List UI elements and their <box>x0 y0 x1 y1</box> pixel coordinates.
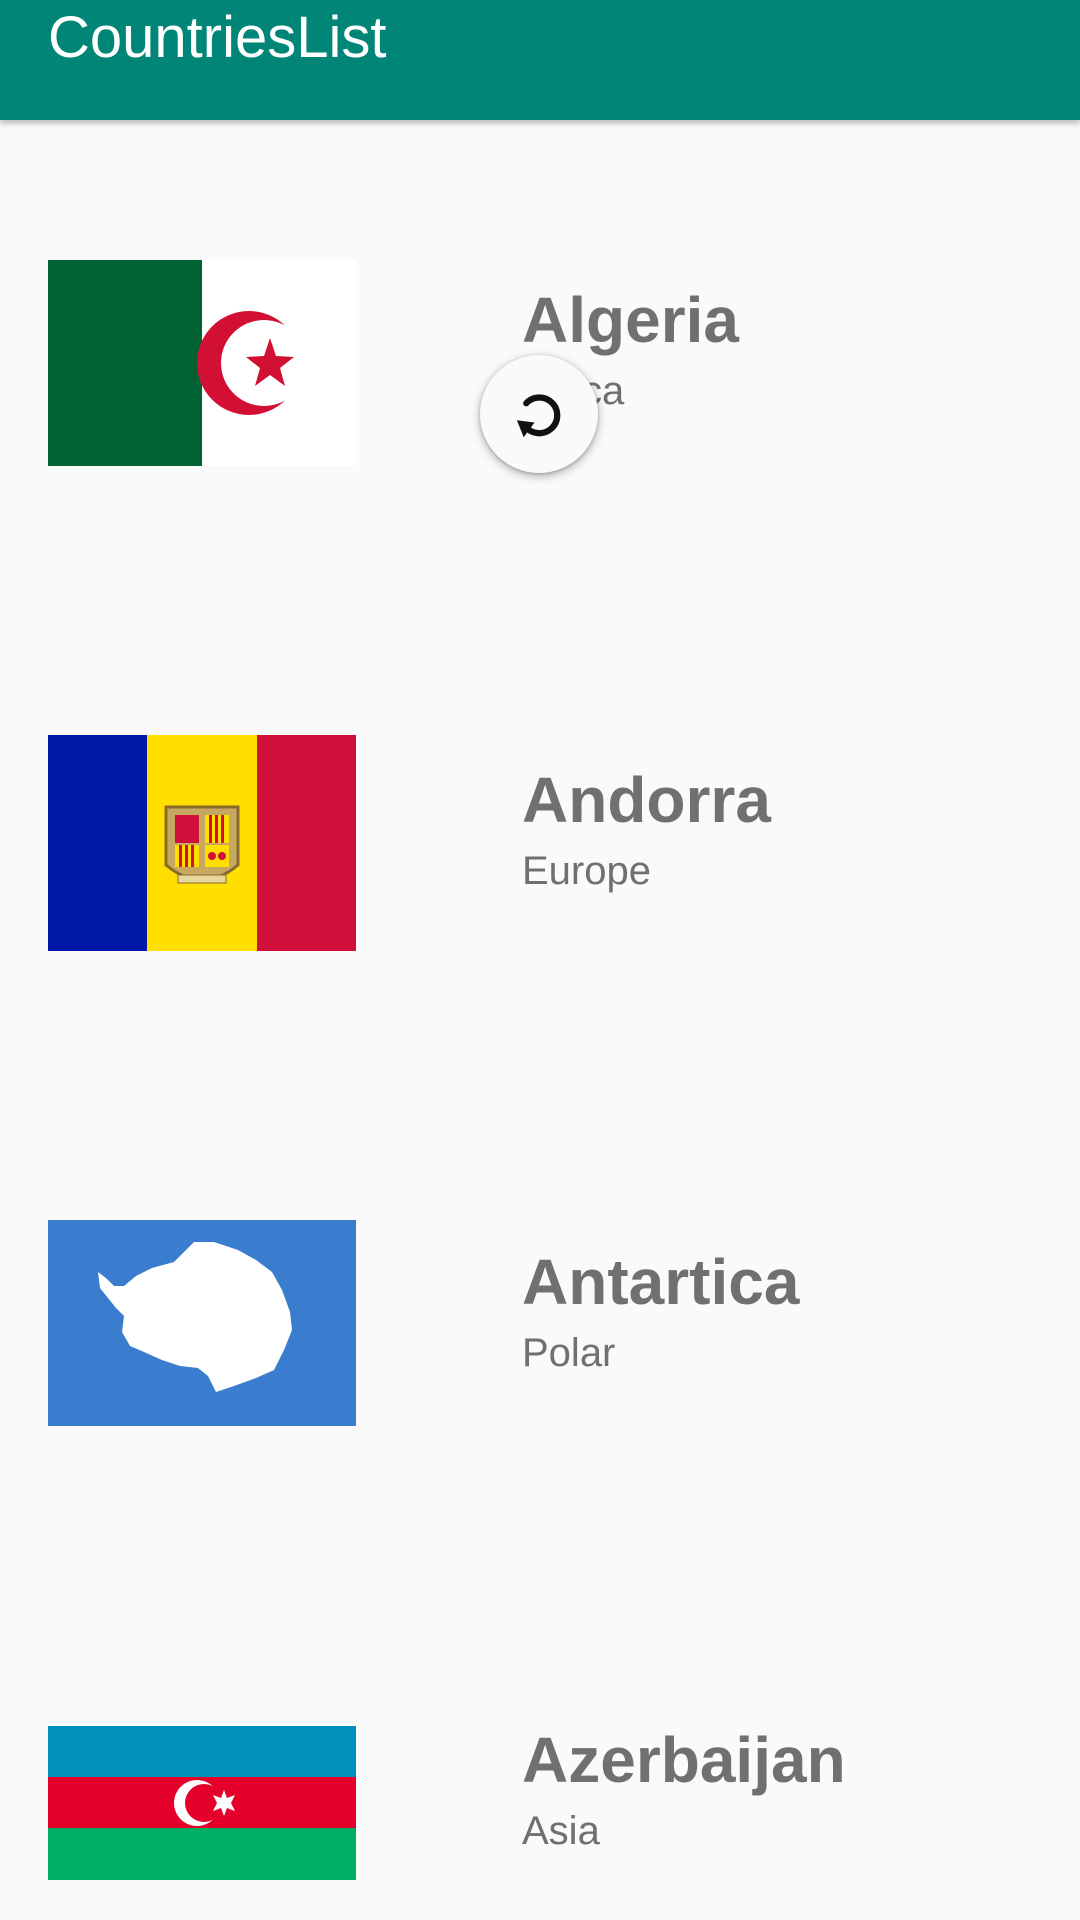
country-name: Andorra <box>522 764 771 836</box>
refresh-icon <box>516 394 561 438</box>
andorra-flag-icon <box>48 735 356 951</box>
list-item-antartica[interactable]: Antartica Polar <box>0 1080 1080 1560</box>
country-name: Antartica <box>522 1246 800 1318</box>
country-region: Europe <box>522 849 651 893</box>
antarctica-flag-icon <box>48 1220 356 1426</box>
country-name: Azerbaijan <box>522 1724 846 1796</box>
list-item-andorra[interactable]: Andorra Europe <box>0 600 1080 1080</box>
app-bar: CountriesList <box>0 0 1080 120</box>
app-title: CountriesList <box>48 5 387 70</box>
list-item-azerbaijan[interactable]: Azerbaijan Asia <box>0 1560 1080 1920</box>
refresh-indicator <box>480 355 598 473</box>
country-name: Algeria <box>522 284 739 356</box>
country-region: Asia <box>522 1809 600 1853</box>
azerbaijan-flag-icon <box>48 1726 356 1880</box>
country-region: Polar <box>522 1331 616 1375</box>
algeria-flag-icon <box>48 260 356 466</box>
